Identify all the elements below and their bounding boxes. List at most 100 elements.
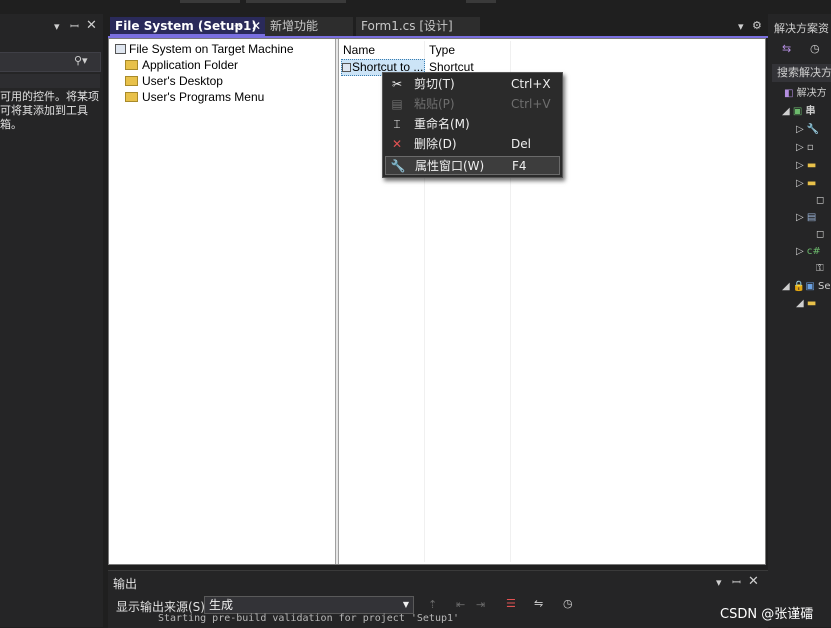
tree-item-label: User's Desktop	[142, 74, 223, 88]
document-tab-bar: File System (Setup1) ⊸ ✕ 新增功能 Form1.cs […	[108, 14, 768, 36]
solution-root[interactable]: ◧ 解决方	[784, 87, 827, 101]
tab-label: Form1.cs [设计]	[361, 19, 453, 33]
tree-node[interactable]: ▷ 🔧	[796, 123, 819, 137]
tab-form1-design[interactable]: Form1.cs [设计]	[356, 17, 480, 36]
tab-file-system[interactable]: File System (Setup1) ⊸ ✕	[110, 17, 265, 36]
shortcut-icon	[342, 63, 351, 72]
toolbar-fragment	[466, 0, 496, 3]
solution-explorer-title: 解决方案资	[774, 22, 829, 35]
solution-explorer-toolbar: ⇆ ◷	[772, 40, 831, 60]
expand-icon: ◢	[782, 281, 790, 292]
paste-icon: ▤	[391, 97, 403, 111]
menu-item-properties[interactable]: 🔧 属性窗口(W) F4	[385, 156, 560, 175]
context-menu: ✂ 剪切(T) Ctrl+X ▤ 粘贴(P) Ctrl+V ⌶ 重命名(M) ✕…	[382, 72, 563, 178]
toolbar-fragment	[180, 0, 240, 3]
toolbox-header: ▾ ꟷ ✕	[0, 18, 103, 36]
file-icon: ◻	[816, 195, 825, 206]
menu-item-paste[interactable]: ▤ 粘贴(P) Ctrl+V	[385, 95, 560, 114]
tree-pane[interactable]: File System on Target Machine Applicatio…	[111, 41, 335, 562]
folder-icon	[125, 92, 138, 102]
close-icon[interactable]: ✕	[86, 19, 97, 33]
toolbar-fragment	[246, 0, 346, 3]
dropdown-icon[interactable]: ▾	[54, 20, 60, 34]
column-header-name[interactable]: Name	[343, 42, 375, 58]
folder-icon	[125, 60, 138, 70]
computer-icon	[115, 44, 126, 54]
folder-icon	[125, 76, 138, 86]
file-icon: ◻	[816, 229, 825, 240]
output-title: 输出	[113, 577, 138, 591]
tree-item-users-programs-menu[interactable]: User's Programs Menu	[125, 90, 264, 105]
csharp-project-icon: ▣	[792, 106, 803, 117]
find-prev-icon[interactable]: ⇤	[456, 598, 465, 612]
pin-icon[interactable]: ꟷ	[732, 576, 741, 590]
toolbox-panel: ▾ ꟷ ✕ ⚲▾ 可用的控件。将某项 可将其添加到工具 箱。	[0, 14, 103, 627]
toolbox-category[interactable]	[0, 74, 100, 88]
folder-icon: ▬	[806, 178, 817, 189]
dropdown-icon[interactable]: ▾	[716, 576, 722, 590]
wrench-icon: 🔧	[806, 124, 820, 135]
menu-item-cut[interactable]: ✂ 剪切(T) Ctrl+X	[385, 75, 560, 94]
tree-node[interactable]: ◻	[816, 228, 824, 242]
expand-icon: ◢	[782, 106, 790, 117]
solution-explorer-panel: 解决方案资 ⇆ ◷ 搜索解决方 ◧ 解决方 ◢ ▣ 串 ▷ 🔧 ▷ ▫ ▷ ▬ …	[768, 14, 831, 627]
project-node[interactable]: ◢ ▣ 串	[782, 105, 816, 119]
solution-icon: ◧	[784, 88, 794, 99]
tree-node[interactable]: ▷ c#	[796, 245, 821, 259]
tree-node[interactable]: ▷ ▤	[796, 211, 816, 225]
tab-list-dropdown-icon[interactable]: ▾	[738, 20, 744, 34]
rename-icon: ⌶	[393, 117, 401, 131]
watermark: CSDN @张谨礌	[720, 607, 814, 622]
output-source-value: 生成	[209, 598, 234, 612]
menu-item-delete[interactable]: ✕ 删除(D) Del	[385, 135, 560, 154]
tree-item-users-desktop[interactable]: User's Desktop	[125, 74, 223, 89]
tree-node[interactable]: ▷ ▬	[796, 177, 816, 191]
collapse-icon: ▷	[796, 160, 804, 171]
tab-new-features[interactable]: 新增功能	[265, 17, 353, 36]
tree-item-application-folder[interactable]: Application Folder	[125, 58, 238, 73]
setup-project-node[interactable]: ◢ 🔒▣ Se	[782, 280, 830, 294]
lock-icon: 🔒	[792, 281, 806, 292]
close-icon[interactable]: ✕	[251, 17, 261, 36]
close-icon[interactable]: ✕	[748, 575, 759, 589]
toolbox-search-input[interactable]: ⚲▾	[0, 52, 101, 72]
toolbox-hint-text: 可用的控件。将某项 可将其添加到工具 箱。	[0, 90, 99, 131]
collapse-icon: ▷	[796, 212, 804, 223]
tree-node[interactable]: ▷ ▫	[796, 141, 814, 155]
clock-icon[interactable]: ◷	[563, 597, 573, 611]
menu-item-rename[interactable]: ⌶ 重命名(M)	[385, 115, 560, 134]
pin-icon[interactable]: ꟷ	[70, 20, 79, 34]
pin-icon[interactable]: ⊸	[234, 17, 242, 36]
wrench-icon: 🔧	[390, 159, 406, 173]
tree-node[interactable]: ▷ ▬	[796, 159, 816, 173]
delete-icon: ✕	[391, 137, 403, 151]
tree-node[interactable]: ◢ ▬	[796, 297, 816, 311]
output-panel: 输出 ▾ ꟷ ✕ 显示输出来源(S): 生成 ▼ ⇡ ⇤ ⇥ ☰ ⇋ ◷ Sta…	[108, 570, 768, 628]
output-source-select[interactable]: 生成 ▼	[204, 596, 414, 614]
config-icon: ⚿	[816, 263, 824, 274]
csharp-file-icon: c#	[806, 246, 821, 257]
setup-project-icon: ▣	[805, 281, 815, 292]
tree-item-label: Application Folder	[142, 58, 239, 72]
search-icon[interactable]: ⚲▾	[74, 54, 88, 68]
goto-prev-icon[interactable]: ⇡	[428, 598, 437, 612]
expand-icon: ◢	[796, 298, 804, 309]
column-header-type[interactable]: Type	[429, 42, 455, 58]
tree-item-label: User's Programs Menu	[142, 90, 265, 104]
title-bar-strip	[0, 0, 831, 14]
pane-splitter[interactable]	[335, 39, 339, 564]
switch-views-icon[interactable]: ⇆	[782, 42, 791, 56]
tree-root[interactable]: File System on Target Machine	[115, 42, 294, 57]
solution-search-input[interactable]: 搜索解决方	[772, 64, 831, 82]
tree-root-label: File System on Target Machine	[129, 42, 294, 56]
find-next-icon[interactable]: ⇥	[476, 598, 485, 612]
history-icon[interactable]: ◷	[810, 42, 820, 56]
collapse-icon: ▷	[796, 178, 804, 189]
tree-node[interactable]: ◻	[816, 194, 824, 208]
word-wrap-icon[interactable]: ⇋	[534, 597, 543, 611]
clear-all-icon[interactable]: ☰	[506, 597, 516, 611]
folder-icon: ▬	[806, 298, 817, 309]
tree-node[interactable]: ⚿	[816, 262, 824, 276]
output-log-line: Starting pre-build validation for projec…	[158, 613, 460, 624]
gear-icon[interactable]: ⚙	[752, 19, 762, 33]
